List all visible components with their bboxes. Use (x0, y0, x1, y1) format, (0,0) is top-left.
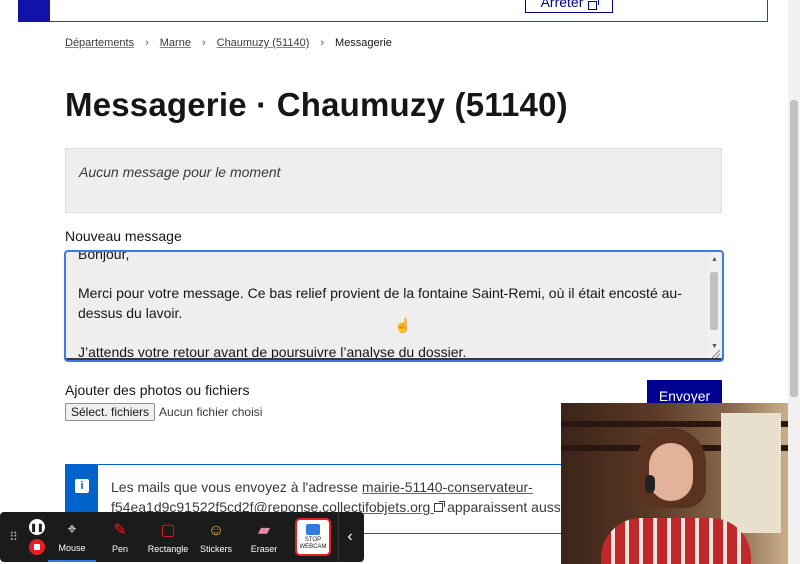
file-input: Sélect. fichiers Aucun fichier choisi (65, 403, 262, 421)
tool-pen[interactable]: ✎ Pen (96, 512, 144, 562)
breadcrumb: Départements › Marne › Chaumuzy (51140) … (65, 37, 392, 49)
breadcrumb-current: Messagerie (335, 37, 392, 49)
chevron-left-icon[interactable]: ‹ (338, 512, 361, 562)
sticker-icon: ☺ (207, 521, 225, 539)
attachments-label: Ajouter des photos ou fichiers (65, 382, 250, 398)
pause-icon[interactable]: ❚❚ (29, 519, 45, 535)
webcam-line2: WEBCAM (299, 543, 327, 550)
textarea-scroll-thumb[interactable] (710, 272, 718, 330)
stop-record-icon[interactable] (29, 539, 45, 555)
webcam-icon (306, 523, 320, 535)
external-link-icon (434, 501, 446, 512)
breadcrumb-separator: › (145, 37, 149, 49)
textarea-scrollbar[interactable]: ▲ ▼ (708, 254, 720, 358)
stop-button-label: Arrêter (540, 0, 584, 10)
stop-button[interactable]: Arrêter (525, 0, 613, 13)
scroll-up-icon[interactable]: ▲ (711, 256, 718, 263)
scroll-down-icon[interactable]: ▼ (711, 343, 718, 350)
tool-pen-label: Pen (111, 543, 128, 554)
external-link-icon (588, 0, 600, 10)
cursor-icon: ⌖ (67, 520, 77, 538)
tool-stickers[interactable]: ☺ Stickers (192, 512, 240, 562)
new-message-text: Bonjour, Merci pour votre message. Ce ba… (78, 250, 682, 360)
page-scroll-thumb[interactable] (790, 100, 798, 397)
rectangle-icon: ▢ (160, 521, 176, 539)
window (721, 413, 781, 533)
empty-messages-text: Aucun message pour le moment (79, 164, 281, 180)
no-file-text: Aucun fichier choisi (159, 405, 263, 419)
tool-eraser[interactable]: ▰ Eraser (240, 512, 288, 562)
headset-icon (645, 475, 655, 493)
breadcrumb-link-departements[interactable]: Départements (65, 37, 134, 49)
tool-mouse[interactable]: ⌖ Mouse (48, 512, 96, 562)
stop-webcam-button[interactable]: STOP WEBCAM (288, 512, 338, 562)
textarea-underline (66, 358, 722, 360)
info-text-before: Les mails que vous envoyez à l'adresse (111, 479, 362, 495)
tool-rectangle-label: Rectangle (147, 543, 189, 554)
hand-cursor-icon: ☝ (394, 317, 412, 333)
select-files-button[interactable]: Sélect. fichiers (65, 403, 156, 421)
breadcrumb-link-chaumuzy[interactable]: Chaumuzy (51140) (217, 37, 310, 49)
messages-list: Aucun message pour le moment (65, 148, 722, 213)
tool-stickers-label: Stickers (199, 543, 232, 554)
info-text-after: apparaissent aussi (443, 499, 564, 515)
pen-icon: ✎ (113, 521, 127, 539)
person-face (649, 443, 693, 501)
record-controls: ❚❚ (26, 512, 48, 562)
resize-grip-icon[interactable] (712, 350, 720, 358)
tool-mouse-label: Mouse (58, 542, 86, 553)
recorder-toolbar: ⠿ ❚❚ ⌖ Mouse ✎ Pen ▢ Rectangle ☺ Sticker… (0, 512, 364, 562)
webcam-button-face: STOP WEBCAM (295, 518, 331, 556)
new-message-label: Nouveau message (65, 228, 182, 244)
info-text: Les mails que vous envoyez à l'adresse m… (111, 477, 581, 517)
tool-rectangle[interactable]: ▢ Rectangle (144, 512, 192, 562)
breadcrumb-separator: › (201, 37, 206, 49)
webcam-line1: STOP (304, 536, 322, 543)
eraser-icon: ▰ (257, 521, 271, 539)
page-scrollbar[interactable] (788, 0, 800, 564)
info-icon: i (75, 479, 89, 493)
webcam-preview[interactable] (561, 403, 788, 564)
site-header (18, 0, 768, 22)
new-message-textarea[interactable]: Bonjour, Merci pour votre message. Ce ba… (64, 250, 724, 362)
page-title: Messagerie · Chaumuzy (51140) (65, 86, 568, 123)
person-sweater (601, 518, 751, 564)
breadcrumb-link-marne[interactable]: Marne (160, 37, 191, 49)
header-logo-block (18, 0, 50, 22)
tool-eraser-label: Eraser (250, 543, 278, 554)
drag-handle-icon[interactable]: ⠿ (0, 512, 26, 562)
breadcrumb-separator: › (320, 37, 325, 49)
